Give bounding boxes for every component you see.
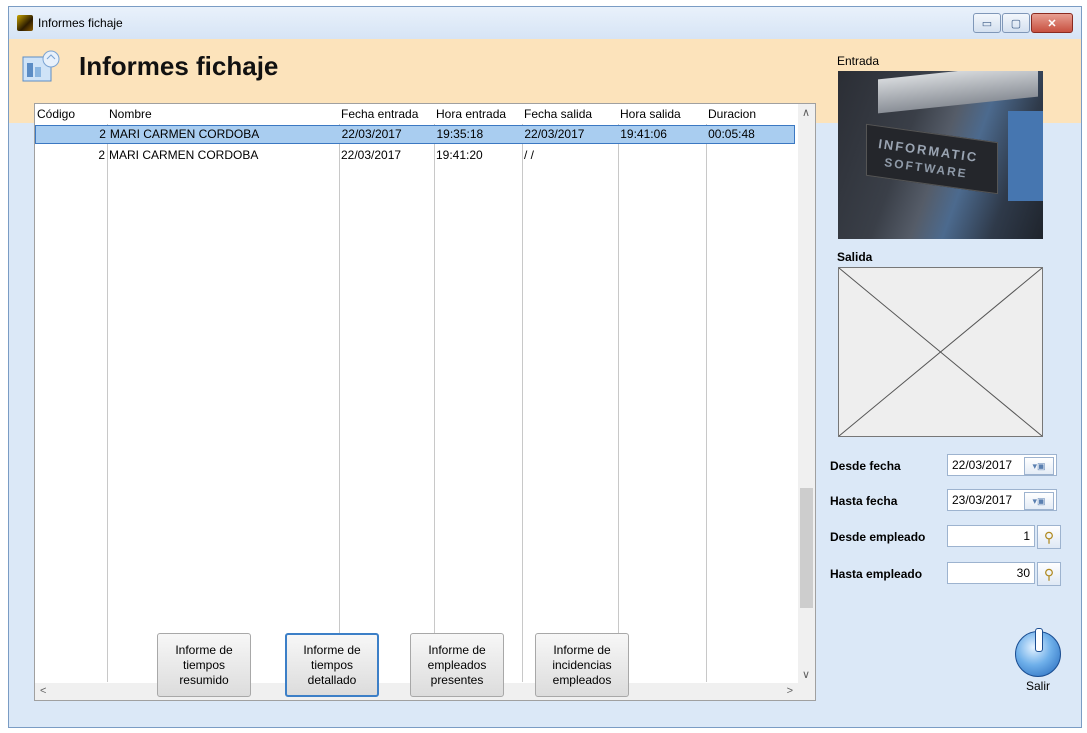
desde-empleado-field[interactable]: 1 bbox=[947, 525, 1035, 547]
salir-button[interactable]: Salir bbox=[1009, 627, 1067, 697]
hasta-empleado-label: Hasta empleado bbox=[830, 567, 923, 581]
calendar-dropdown-icon[interactable]: ▾▣ bbox=[1024, 457, 1054, 475]
column-header-nombre[interactable]: Nombre bbox=[107, 104, 339, 124]
cell-codigo: 2 bbox=[98, 148, 105, 162]
main-window: Informes fichaje ▭ ▢ ✕ Informes fichaje … bbox=[8, 6, 1082, 728]
scroll-left-icon[interactable]: < bbox=[40, 685, 46, 697]
cell-hora-entrada: 19:35:18 bbox=[436, 127, 484, 141]
cell-duracion bbox=[706, 147, 794, 166]
cell-fecha-salida: / / bbox=[524, 148, 535, 162]
minimize-button[interactable]: ▭ bbox=[973, 13, 1001, 33]
desde-empleado-label: Desde empleado bbox=[830, 530, 926, 544]
page-title: Informes fichaje bbox=[79, 51, 279, 81]
column-divider bbox=[618, 124, 619, 682]
column-divider bbox=[339, 124, 340, 682]
grid-header: Código Nombre Fecha entrada Hora entrada… bbox=[35, 104, 795, 124]
vertical-scroll-thumb[interactable] bbox=[800, 488, 813, 608]
fichajes-grid[interactable]: Código Nombre Fecha entrada Hora entrada… bbox=[34, 103, 816, 701]
column-divider bbox=[706, 124, 707, 682]
desde-fecha-label: Desde fecha bbox=[830, 459, 901, 473]
scroll-up-icon[interactable]: ∧ bbox=[802, 106, 810, 119]
report-icon bbox=[22, 50, 60, 82]
column-header-hora-salida[interactable]: Hora salida bbox=[618, 104, 706, 124]
informe-resumido-button[interactable]: Informe de tiempos resumido bbox=[157, 633, 251, 697]
hasta-fecha-field[interactable]: 23/03/2017 ▾▣ bbox=[947, 489, 1057, 511]
column-header-duracion[interactable]: Duracion bbox=[706, 104, 794, 124]
search-icon[interactable]: ⚲ bbox=[1037, 525, 1061, 549]
cell-fecha-salida: 22/03/2017 bbox=[524, 127, 585, 141]
column-header-fecha-entrada[interactable]: Fecha entrada bbox=[339, 104, 434, 124]
cell-nombre: MARI CARMEN CORDOBA bbox=[109, 148, 259, 162]
cell-hora-salida bbox=[618, 147, 706, 166]
cell-duracion: 00:05:48 bbox=[708, 127, 755, 141]
salida-label: Salida bbox=[837, 250, 873, 264]
column-header-fecha-salida[interactable]: Fecha salida bbox=[522, 104, 618, 124]
hasta-empleado-field[interactable]: 30 bbox=[947, 562, 1035, 584]
informe-presentes-button[interactable]: Informe de empleados presentes bbox=[410, 633, 504, 697]
table-row[interactable]: 2 MARI CARMEN CORDOBA 22/03/2017 19:35:1… bbox=[35, 125, 795, 144]
calendar-dropdown-icon[interactable]: ▾▣ bbox=[1024, 492, 1054, 510]
cell-nombre: MARI CARMEN CORDOBA bbox=[109, 127, 260, 141]
app-icon bbox=[17, 15, 33, 31]
informe-incidencias-button[interactable]: Informe de incidencias empleados bbox=[535, 633, 629, 697]
salida-photo-placeholder bbox=[838, 267, 1043, 437]
scroll-right-icon[interactable]: > bbox=[787, 685, 793, 697]
cell-fecha-entrada: 22/03/2017 bbox=[341, 127, 402, 141]
cell-hora-salida: 19:41:06 bbox=[620, 127, 667, 141]
cell-fecha-entrada: 22/03/2017 bbox=[341, 148, 402, 162]
table-row[interactable]: 2 MARI CARMEN CORDOBA 22/03/2017 19:41:2… bbox=[35, 147, 795, 166]
power-icon bbox=[1015, 628, 1061, 677]
vertical-scrollbar[interactable]: ∧ ∨ bbox=[798, 104, 815, 683]
entrada-label: Entrada bbox=[837, 54, 880, 68]
window-title: Informes fichaje bbox=[38, 16, 123, 30]
cell-codigo: 2 bbox=[99, 127, 106, 141]
desde-fecha-field[interactable]: 22/03/2017 ▾▣ bbox=[947, 454, 1057, 476]
column-divider bbox=[522, 124, 523, 682]
column-header-hora-entrada[interactable]: Hora entrada bbox=[434, 104, 522, 124]
column-header-codigo[interactable]: Código bbox=[35, 104, 107, 124]
column-divider bbox=[107, 124, 108, 682]
informe-detallado-button[interactable]: Informe de tiempos detallado bbox=[285, 633, 379, 697]
search-icon[interactable]: ⚲ bbox=[1037, 562, 1061, 586]
salir-label: Salir bbox=[1025, 679, 1050, 693]
hasta-fecha-value: 23/03/2017 bbox=[952, 493, 1013, 507]
cell-hora-entrada: 19:41:20 bbox=[436, 148, 483, 162]
column-divider bbox=[434, 124, 435, 682]
title-bar[interactable]: Informes fichaje ▭ ▢ ✕ bbox=[9, 7, 1081, 39]
scroll-down-icon[interactable]: ∨ bbox=[802, 668, 810, 681]
desde-fecha-value: 22/03/2017 bbox=[952, 458, 1013, 472]
entrada-photo: INFORMATIC SOFTWARE bbox=[838, 71, 1043, 239]
hasta-fecha-label: Hasta fecha bbox=[830, 494, 898, 508]
close-button[interactable]: ✕ bbox=[1031, 13, 1073, 33]
maximize-button[interactable]: ▢ bbox=[1002, 13, 1030, 33]
